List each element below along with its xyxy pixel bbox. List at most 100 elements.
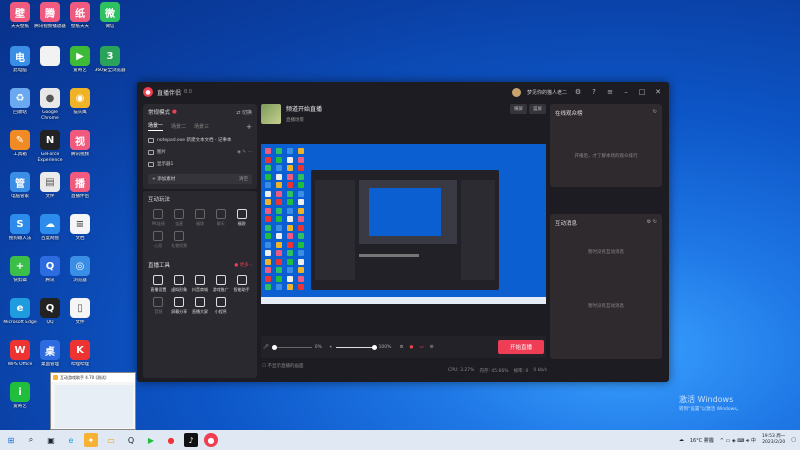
- message-tools-icon[interactable]: ⚙ ↻: [647, 219, 657, 225]
- feature-item[interactable]: 福袋: [231, 209, 252, 227]
- desktop-icon[interactable]: ♻ 回收站: [4, 86, 36, 128]
- game-helper-icon[interactable]: ✦: [84, 433, 98, 447]
- desktop-icon[interactable]: ◎ 浏览器: [64, 254, 96, 296]
- qq-icon[interactable]: Q: [124, 433, 138, 447]
- mic-icon[interactable]: 🎤︎: [263, 345, 269, 350]
- desktop-icon[interactable]: W WPS Office: [4, 338, 36, 380]
- add-source-button[interactable]: + 添加素材 清空: [148, 174, 252, 184]
- desktop-icon[interactable]: S 搜狗输入法: [4, 212, 36, 254]
- screen-icon[interactable]: ▭: [419, 345, 423, 350]
- feature-item[interactable]: 心愿: [148, 231, 169, 249]
- edge-icon[interactable]: e: [64, 433, 78, 447]
- weather-icon[interactable]: ☁: [679, 437, 684, 443]
- source-item[interactable]: 显示器1: [148, 161, 252, 167]
- live-title[interactable]: 频道开始直播: [286, 104, 322, 113]
- notification-icon[interactable]: ▢: [791, 437, 796, 443]
- switch-mode-button[interactable]: ⇄ 切换: [236, 109, 252, 116]
- desktop-icon[interactable]: 视腾讯视频: [64, 128, 96, 170]
- desktop-icon[interactable]: Q QQ: [34, 296, 66, 338]
- feature-item[interactable]: 虚拟形象: [169, 275, 190, 293]
- feature-item[interactable]: 音频: [148, 297, 169, 315]
- desktop-icon[interactable]: Q 腾讯: [34, 254, 66, 296]
- feature-item[interactable]: PK连线: [148, 209, 169, 227]
- douyin-icon[interactable]: ♪: [184, 433, 198, 447]
- desktop-icon[interactable]: i 爱奇艺: [4, 380, 36, 422]
- mic-slider[interactable]: [271, 344, 312, 350]
- tab-scene-1[interactable]: 场景一: [148, 122, 164, 131]
- minimize-icon[interactable]: –: [621, 87, 631, 97]
- source-item[interactable]: 图片 ◉ ✎ ⋯: [148, 149, 252, 155]
- desktop-icon[interactable]: ▯ 文件: [64, 296, 96, 338]
- title-bar[interactable]: ● 直播伴侣 8.0 梦见你的猫人老二 ⚙ ? ≡ – □ ✕: [137, 82, 669, 102]
- menu-icon[interactable]: ≡: [605, 87, 615, 97]
- tab-scene-3[interactable]: 场景三: [194, 123, 209, 130]
- source-tools-icon[interactable]: ◉ ✎ ⋯: [237, 150, 252, 155]
- desktop-icon[interactable]: ● Google Chrome: [34, 86, 66, 128]
- task-view-icon[interactable]: ▣: [44, 433, 58, 447]
- live-category[interactable]: 直播场景: [286, 117, 322, 123]
- desktop-icon[interactable]: 管电脑管家: [4, 170, 36, 212]
- desktop-icon[interactable]: ▶ 爱奇艺: [64, 44, 96, 86]
- close-icon[interactable]: ✕: [653, 87, 663, 97]
- iqiyi-icon[interactable]: ▶: [144, 433, 158, 447]
- avatar[interactable]: [511, 87, 521, 97]
- desktop-icon[interactable]: e Microsoft Edge: [3, 296, 37, 338]
- explorer-icon[interactable]: ▭: [104, 433, 118, 447]
- live-cover-thumbnail[interactable]: [261, 104, 281, 124]
- tab-scene-2[interactable]: 场景二: [171, 123, 186, 130]
- taskbar-preview-popup[interactable]: 互动游戏助手 4.70 (测试): [50, 372, 136, 430]
- start-live-button[interactable]: 开始直播: [498, 340, 544, 354]
- maximize-icon[interactable]: □: [637, 87, 647, 97]
- desktop-icon[interactable]: 电此电脑: [4, 44, 36, 86]
- source-item[interactable]: notepad.exe 新建文本文档 - 记事本: [148, 137, 252, 143]
- desktop-icon[interactable]: + 快剪辑: [4, 254, 36, 296]
- user-name[interactable]: 梦见你的猫人老二: [527, 89, 567, 96]
- desktop-icon[interactable]: ☁ 百度网盘: [34, 212, 66, 254]
- clear-button[interactable]: 清空: [239, 176, 248, 182]
- settings-icon[interactable]: ⚙: [399, 345, 403, 350]
- desktop-icon[interactable]: 3 360安全浏览器: [94, 44, 126, 86]
- add-scene-icon[interactable]: +: [246, 123, 252, 131]
- feature-item[interactable]: 聊天: [210, 209, 231, 227]
- feature-item[interactable]: 直播设置: [148, 275, 169, 293]
- mini-icon: [287, 216, 293, 222]
- desktop-icon[interactable]: ≡ 文档: [64, 212, 96, 254]
- desktop-icon[interactable]: 播直播伴侣: [64, 170, 96, 212]
- volume-slider[interactable]: [335, 344, 377, 350]
- desktop-icon[interactable]: 壁天天壁纸: [4, 0, 36, 42]
- feature-item[interactable]: 游戏推广: [210, 275, 231, 293]
- settings-icon[interactable]: ⚙: [573, 87, 583, 97]
- feature-item[interactable]: 智能助手: [231, 275, 252, 293]
- desktop-icon[interactable]: ▤ 文件: [34, 170, 66, 212]
- clock[interactable]: 19:53 周一 2023/2/20: [762, 434, 785, 446]
- more-tools-link[interactable]: ● 更多 ›: [234, 262, 252, 268]
- gear-icon[interactable]: ⚙: [430, 345, 434, 350]
- chrome-icon[interactable]: ●: [164, 433, 178, 447]
- preview-canvas[interactable]: [261, 144, 546, 304]
- feature-item[interactable]: 直播大屏: [190, 297, 211, 315]
- feature-item[interactable]: 福袋: [190, 209, 211, 227]
- feature-item[interactable]: 屏幕分享: [169, 297, 190, 315]
- desktop-icon[interactable]: ◉ 猫头鹰: [64, 86, 96, 128]
- feature-item[interactable]: 小程序: [210, 297, 231, 315]
- desktop-icon[interactable]: 腾腾讯视频播放器: [34, 0, 66, 42]
- feature-item[interactable]: 礼物投票: [169, 231, 190, 249]
- feature-item[interactable]: 连麦: [169, 209, 190, 227]
- feature-item[interactable]: 抖音商城: [190, 275, 211, 293]
- desktop-icon[interactable]: ✎ 工具箱: [4, 128, 36, 170]
- desktop-icon[interactable]: [34, 44, 66, 86]
- live-companion-icon[interactable]: ●: [204, 433, 218, 447]
- desktop-icon[interactable]: 纸壁纸天天: [64, 0, 96, 42]
- portrait-mode-button[interactable]: 竖屏: [529, 104, 546, 114]
- weather-text[interactable]: 16°C 雾霾: [690, 437, 714, 444]
- desktop-icon[interactable]: N GeForce Experience: [34, 128, 66, 170]
- windows-start-icon[interactable]: ⊞: [4, 433, 18, 447]
- help-icon[interactable]: ?: [589, 87, 599, 97]
- landscape-mode-button[interactable]: 横屏: [510, 104, 527, 114]
- refresh-icon[interactable]: ↻: [653, 109, 657, 115]
- speaker-icon[interactable]: 🔈︎: [330, 344, 333, 350]
- desktop-icon[interactable]: 微微信: [94, 0, 126, 42]
- record-icon[interactable]: ●: [409, 345, 413, 350]
- search-icon[interactable]: ⌕: [24, 433, 38, 447]
- tray-icons[interactable]: ^ ▭ ◈ ⌨ 🔊︎ 中: [720, 437, 756, 444]
